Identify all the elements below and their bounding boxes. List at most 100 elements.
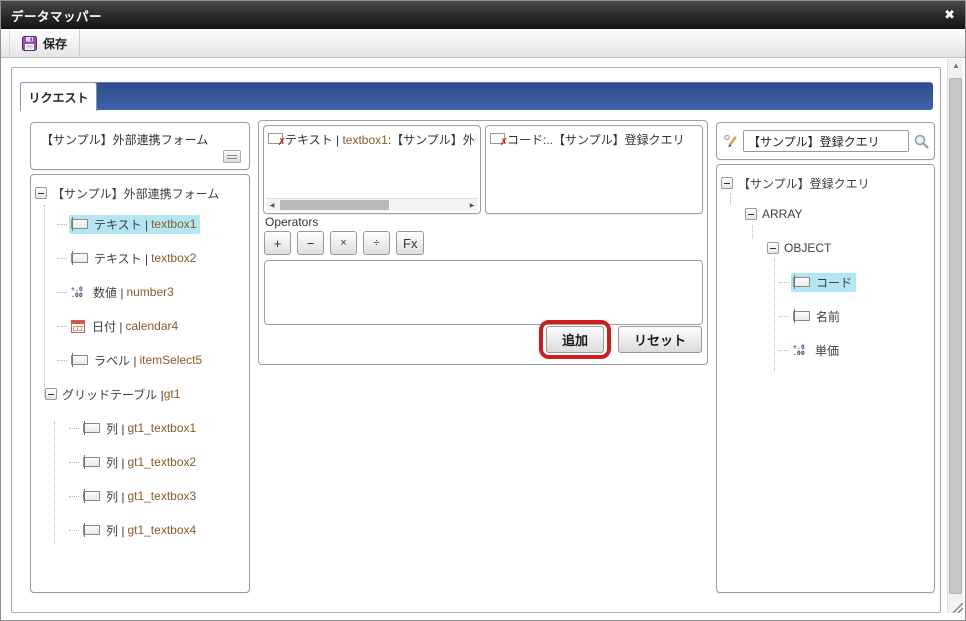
target-tree: 【サンプル】登録クエリ ARRAY OBJECT コード 名前 +.0 .00 …: [717, 165, 934, 592]
tab-request-label: リクエスト: [28, 90, 89, 105]
tree-item-id: gt1_textbox1: [127, 421, 197, 435]
operators-label: Operators: [265, 215, 319, 229]
vertical-scrollbar[interactable]: ▲: [947, 59, 963, 613]
scroll-right-icon[interactable]: ▶: [466, 199, 478, 211]
tab-bar: リクエスト: [20, 82, 933, 111]
tree-item-label: コード: [816, 275, 853, 290]
tree-item-label: ラベル |: [94, 353, 137, 368]
tree-item-id: gt1_textbox2: [127, 455, 197, 469]
tree-item-gt1-textbox1[interactable]: 列 | gt1_textbox1: [31, 411, 249, 445]
tree-item-textbox2[interactable]: テキスト | textbox2: [31, 241, 249, 275]
tree-connector: [779, 315, 789, 317]
tab-request[interactable]: リクエスト: [20, 82, 97, 111]
tree-connector: [57, 359, 67, 361]
tree-item-calendar4[interactable]: 日付 | calendar4: [31, 309, 249, 343]
mapping-target-box[interactable]: コード:..【サンプル】登録クエリ: [485, 125, 703, 214]
highlight-annotation: 追加: [538, 320, 611, 359]
calendar-icon: [71, 319, 85, 333]
collapse-icon[interactable]: [45, 388, 57, 400]
tree-item-label: 数値 |: [93, 285, 124, 300]
tree-item-id: gt1_textbox4: [127, 523, 197, 537]
tree-item-id: calendar4: [125, 319, 179, 333]
toolbar: 保存: [1, 29, 965, 58]
tree-connector: [57, 257, 67, 259]
operator-minus-button[interactable]: −: [297, 231, 324, 255]
tree-item-number3[interactable]: +.0.00 数値 | number3: [31, 275, 249, 309]
mapping-source-box[interactable]: テキスト | textbox1:【サンプル】外部連携 ◀ ▶: [263, 125, 481, 214]
tree-item-array[interactable]: ARRAY: [717, 197, 934, 231]
close-icon[interactable]: ✖: [944, 6, 955, 24]
remove-mapping-icon[interactable]: [268, 133, 286, 148]
tree-item-name[interactable]: 名前: [717, 299, 934, 333]
textbox-icon: [71, 217, 88, 231]
query-input[interactable]: [743, 130, 909, 152]
tree-item-query-root[interactable]: 【サンプル】登録クエリ: [717, 169, 934, 197]
tree-item-code[interactable]: コード: [717, 265, 934, 299]
tree-item-label: 列 |: [106, 489, 125, 504]
scrollbar-track[interactable]: [278, 199, 466, 211]
collapse-icon[interactable]: [767, 242, 779, 254]
target-query-bar: [716, 122, 935, 160]
collapse-icon[interactable]: [745, 208, 757, 220]
operator-multiply-button[interactable]: ×: [330, 231, 357, 255]
operator-plus-button[interactable]: +: [264, 231, 291, 255]
tree-item-label: テキスト |: [94, 251, 149, 266]
textbox-icon: [83, 455, 100, 469]
scroll-up-icon[interactable]: ▲: [948, 61, 964, 75]
scrollbar-thumb[interactable]: [949, 78, 962, 594]
form-list-icon[interactable]: [223, 150, 241, 163]
tree-item-gt1-textbox3[interactable]: 列 | gt1_textbox3: [31, 479, 249, 513]
tree-item-label: 日付 |: [92, 319, 123, 334]
number-icon: +.0.00: [71, 285, 83, 299]
search-icon[interactable]: [913, 133, 930, 150]
textbox-icon: [71, 353, 88, 367]
add-button[interactable]: 追加: [545, 326, 604, 353]
horizontal-scrollbar[interactable]: ◀ ▶: [266, 198, 478, 211]
tree-item-label: 名前: [816, 309, 841, 324]
scroll-left-icon[interactable]: ◀: [266, 199, 278, 211]
tree-item-textbox1[interactable]: テキスト | textbox1: [31, 207, 249, 241]
remove-mapping-icon[interactable]: [490, 133, 508, 148]
tree-item-label: テキスト |: [94, 217, 149, 232]
edit-pencil-icon[interactable]: [723, 133, 739, 149]
tree-connector: [69, 461, 79, 463]
tree-connector: [69, 529, 79, 531]
tree-item-object[interactable]: OBJECT: [717, 231, 934, 265]
reset-button[interactable]: リセット: [617, 326, 702, 353]
collapse-icon[interactable]: [721, 177, 733, 189]
operator-function-button[interactable]: Fx: [396, 231, 425, 255]
tree-connector: [69, 495, 79, 497]
mapping-source-text: テキスト | textbox1:【サンプル】外部連携: [285, 133, 476, 147]
tree-item-itemselect5[interactable]: ラベル | itemSelect5: [31, 343, 249, 377]
scrollbar-thumb[interactable]: [280, 200, 390, 210]
resize-grip-icon[interactable]: [950, 600, 964, 618]
tree-connector: [57, 223, 67, 225]
textbox-icon: [793, 309, 810, 323]
tree-guide-line: [44, 205, 45, 397]
title-bar: データマッパー ✖: [1, 1, 965, 29]
tree-connector: [779, 349, 789, 351]
tree-item-id: gt1: [163, 387, 181, 401]
tree-item-label: 【サンプル】登録クエリ: [738, 176, 870, 191]
collapse-icon[interactable]: [35, 187, 47, 199]
tree-item-gt1-textbox2[interactable]: 列 | gt1_textbox2: [31, 445, 249, 479]
tree-item-gt1-textbox4[interactable]: 列 | gt1_textbox4: [31, 513, 249, 547]
tree-item-price[interactable]: +.0.00 単価: [717, 333, 934, 367]
tree-item-label: 列 |: [106, 421, 125, 436]
textbox-icon: [83, 489, 100, 503]
tree-item-label: グリッドテーブル |: [62, 387, 164, 402]
tree-item-label: OBJECT: [784, 241, 832, 255]
save-button[interactable]: 保存: [9, 29, 81, 57]
tree-guide-line: [752, 225, 753, 238]
tree-item-root[interactable]: 【サンプル】外部連携フォーム: [31, 179, 249, 207]
tree-item-label: 列 |: [106, 455, 125, 470]
mapping-builder: テキスト | textbox1:【サンプル】外部連携 ◀ ▶ コード:..【サン…: [258, 120, 708, 365]
tree-item-gt1[interactable]: グリッドテーブル | gt1: [31, 377, 249, 411]
operator-divide-button[interactable]: ÷: [363, 231, 390, 255]
source-form-header: 【サンプル】外部連携フォーム: [30, 122, 250, 170]
textbox-icon: [793, 275, 810, 289]
source-form-title: 【サンプル】外部連携フォーム: [41, 133, 209, 147]
dialog-title: データマッパー: [11, 9, 103, 24]
tree-connector: [57, 325, 67, 327]
expression-area[interactable]: [264, 260, 703, 325]
